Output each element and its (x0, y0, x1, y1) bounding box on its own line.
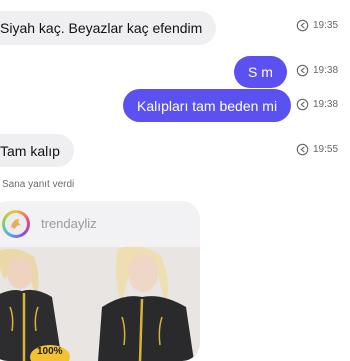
story-reply-note: Sana yanıt verdi (2, 179, 75, 190)
product-badge-text: 100% (37, 346, 63, 357)
shared-story-card[interactable]: trendayliz 100% (0, 201, 200, 361)
story-card-header[interactable]: trendayliz (0, 201, 200, 245)
story-username[interactable]: trendayliz (41, 216, 97, 231)
message-timestamp: 19:38 (296, 64, 338, 77)
message-text: S m (248, 64, 273, 80)
message-timestamp: 19:35 (296, 19, 338, 32)
message-text: Siyah kaç. Beyazlar kaç efendim (0, 20, 203, 36)
clock-back-icon (296, 143, 309, 156)
clock-back-icon (296, 19, 309, 32)
message-timestamp: 19:38 (296, 98, 338, 111)
clock-back-icon (296, 64, 309, 77)
avatar[interactable] (2, 210, 30, 238)
story-image[interactable]: 100% (0, 247, 200, 361)
outgoing-message-bubble[interactable]: S m (234, 56, 287, 88)
message-timestamp: 19:55 (296, 143, 338, 156)
message-text: Kalıpları tam beden mi (137, 98, 278, 114)
clock-back-icon (296, 98, 309, 111)
message-text: Tam kalıp (0, 143, 60, 159)
brand-logo-icon (11, 219, 21, 229)
incoming-message-bubble[interactable]: Tam kalıp (0, 134, 74, 167)
product-photo-illustration (0, 247, 200, 361)
incoming-message-bubble[interactable]: Siyah kaç. Beyazlar kaç efendim (0, 11, 217, 45)
outgoing-message-bubble[interactable]: Kalıpları tam beden mi (123, 89, 292, 122)
